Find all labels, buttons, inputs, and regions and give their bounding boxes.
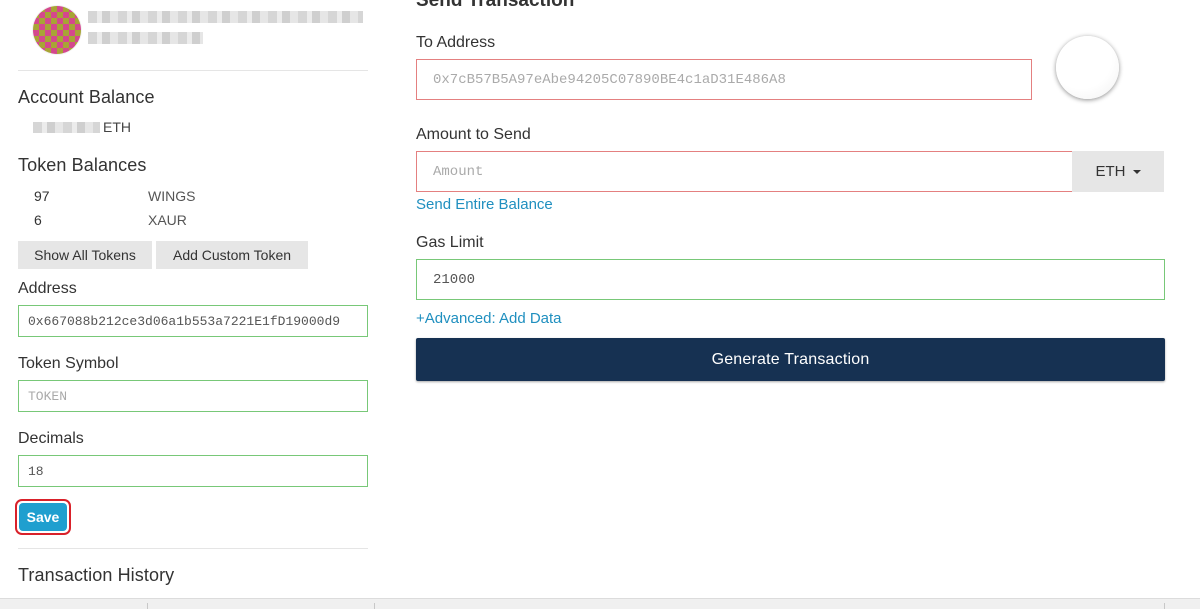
gas-limit-input[interactable] (416, 259, 1165, 300)
save-button[interactable]: Save (19, 503, 67, 531)
token-decimals-input[interactable] (18, 455, 368, 487)
generate-transaction-button[interactable]: Generate Transaction (416, 338, 1165, 381)
show-all-tokens-button[interactable]: Show All Tokens (18, 241, 152, 269)
token-row: 6 XAUR (34, 212, 187, 228)
caret-down-icon (1132, 170, 1141, 175)
amount-label: Amount to Send (416, 126, 531, 143)
send-transaction-heading: Send Transaction (416, 0, 575, 11)
token-amount: 97 (34, 188, 50, 204)
address-identicon-circle-icon (1056, 36, 1119, 99)
add-custom-token-button[interactable]: Add Custom Token (156, 241, 308, 269)
advanced-add-data-link[interactable]: +Advanced: Add Data (416, 310, 562, 327)
account-identicon (33, 6, 81, 54)
token-address-label: Address (18, 280, 77, 297)
gas-limit-label: Gas Limit (416, 234, 484, 251)
to-address-label: To Address (416, 34, 496, 51)
token-symbol: WINGS (148, 188, 196, 204)
divider (18, 70, 368, 71)
token-balances-title: Token Balances (18, 155, 147, 175)
token-decimals-label: Decimals (18, 430, 84, 447)
token-address-input[interactable] (18, 305, 368, 337)
wallet-sidebar: Account Balance ETH Token Balances 97 WIN… (0, 0, 390, 600)
to-address-input[interactable] (416, 59, 1032, 100)
redacted-account-name (88, 11, 363, 23)
scrollbar-tick (374, 603, 375, 609)
redacted-account-address (88, 32, 203, 44)
redacted-eth-balance (33, 122, 100, 133)
token-amount: 6 (34, 212, 42, 228)
token-symbol: XAUR (148, 212, 187, 228)
amount-input[interactable] (416, 151, 1074, 192)
currency-selected: ETH (1095, 163, 1126, 180)
account-balance-title: Account Balance (18, 87, 155, 107)
currency-dropdown[interactable]: ETH (1072, 151, 1164, 192)
eth-unit-label: ETH (103, 119, 131, 135)
transaction-history-title[interactable]: Transaction History (18, 565, 174, 586)
scrollbar-tick (1164, 603, 1165, 609)
scrollbar-tick (147, 603, 148, 609)
divider (18, 548, 368, 549)
send-entire-balance-link[interactable]: Send Entire Balance (416, 196, 553, 213)
token-symbol-label: Token Symbol (18, 355, 119, 372)
horizontal-scrollbar[interactable] (0, 598, 1200, 609)
token-row: 97 WINGS (34, 188, 195, 204)
token-symbol-input[interactable] (18, 380, 368, 412)
